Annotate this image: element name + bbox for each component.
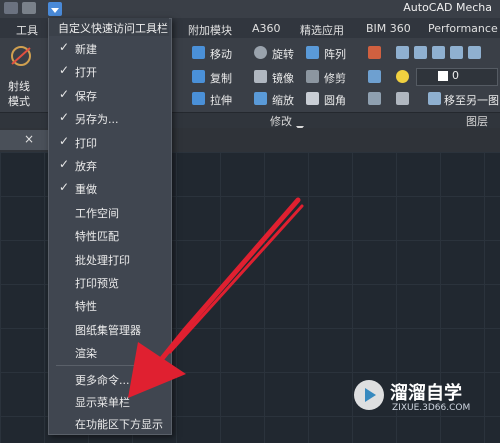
watermark-brand: 溜溜自学 [390, 383, 462, 404]
watermark-logo-icon [354, 380, 384, 410]
annotation-arrow [128, 197, 304, 398]
watermark-url: ZIXUE.3D66.COM [392, 403, 471, 413]
